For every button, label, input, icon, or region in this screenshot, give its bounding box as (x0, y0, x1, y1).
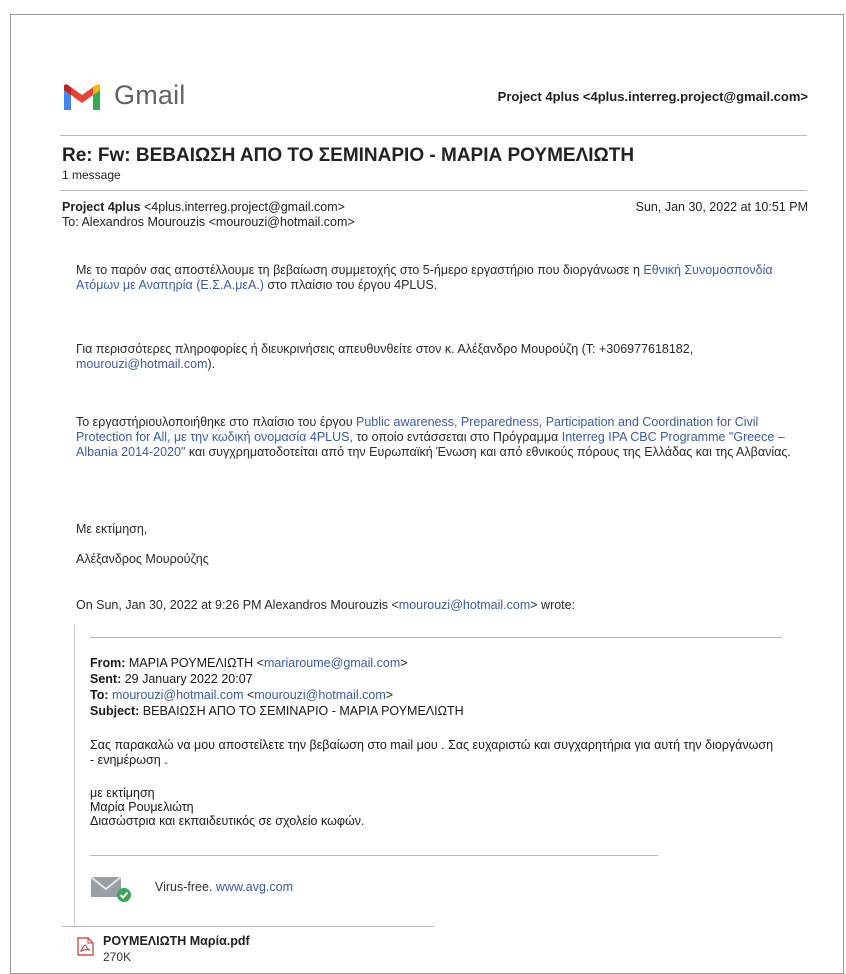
quoted-to-link[interactable]: mourouzi@hotmail.com (112, 688, 243, 702)
message-count: 1 message (62, 168, 121, 182)
message-date: Sun, Jan 30, 2022 at 10:51 PM (635, 200, 808, 214)
pdf-icon[interactable] (77, 937, 94, 956)
quoted-from: From: ΜΑΡΙΑ ΡΟΥΜΕΛΙΩΤΗ <mariaroume@gmail… (90, 656, 408, 670)
quoted-sent: Sent: 29 January 2022 20:07 (90, 672, 253, 686)
attachment-divider (62, 926, 434, 927)
paragraph-3: Το εργαστήριουλοποιήθηκε στο πλαίσιο του… (76, 415, 791, 459)
recipient-line: To: Alexandros Mourouzis <mourouzi@hotma… (62, 215, 355, 229)
quote-divider (90, 855, 658, 856)
quote-intro: On Sun, Jan 30, 2022 at 9:26 PM Alexandr… (76, 598, 576, 612)
attachment-size: 270K (103, 950, 132, 964)
divider (60, 190, 807, 191)
paragraph-1: Με το παρόν σας αποστέλλουμε τη βεβαίωση… (76, 263, 773, 292)
avg-envelope-icon (90, 876, 131, 902)
quoted-to: To: mourouzi@hotmail.com <mourouzi@hotma… (90, 688, 394, 702)
sender-name: Project 4plus (62, 200, 141, 214)
quoted-to-link-2[interactable]: mourouzi@hotmail.com (254, 688, 385, 702)
gmail-logo-icon (64, 84, 100, 110)
paragraph-2: Για περισσότερες πληροφορίες ή διευκρινή… (76, 342, 694, 371)
signature: Αλέξανδρος Μουρούζης (76, 552, 209, 566)
quoted-signature: με εκτίμηση Μαρία Ρουμελιώτη Διασώστρια … (90, 786, 365, 828)
account-label: Project 4plus <4plus.interreg.project@gm… (497, 89, 808, 104)
thread-subject: Re: Fw: ΒΕΒΑΙΩΣΗ ΑΠΟ ΤΟ ΣΕΜΙΝΑΡΙΟ - ΜΑΡΙ… (62, 145, 635, 166)
quote-email-link[interactable]: mourouzi@hotmail.com (399, 598, 530, 612)
avg-link[interactable]: www.avg.com (216, 880, 293, 894)
closing: Με εκτίμηση, (76, 522, 148, 536)
quoted-from-link[interactable]: mariaroume@gmail.com (264, 656, 400, 670)
quote-divider (90, 637, 782, 638)
quote-bar (74, 625, 75, 925)
quoted-body: Σας παρακαλώ να μου αποστείλετε την βεβα… (90, 738, 774, 767)
quoted-subject: Subject: ΒΕΒΑΙΩΣΗ ΑΠΟ ΤΟ ΣΕΜΙΝΑΡΙΟ - ΜΑΡ… (90, 704, 464, 718)
divider (60, 135, 807, 136)
sender-email: <4plus.interreg.project@gmail.com> (143, 200, 345, 214)
attachment-name[interactable]: ΡΟΥΜΕΛΙΩΤΗ Μαρία.pdf (103, 934, 250, 948)
email-link[interactable]: mourouzi@hotmail.com (76, 357, 207, 371)
sender-line: Project 4plus <4plus.interreg.project@gm… (62, 200, 345, 214)
avg-notice: Virus-free. www.avg.com (155, 880, 294, 894)
gmail-wordmark: Gmail (114, 80, 186, 110)
